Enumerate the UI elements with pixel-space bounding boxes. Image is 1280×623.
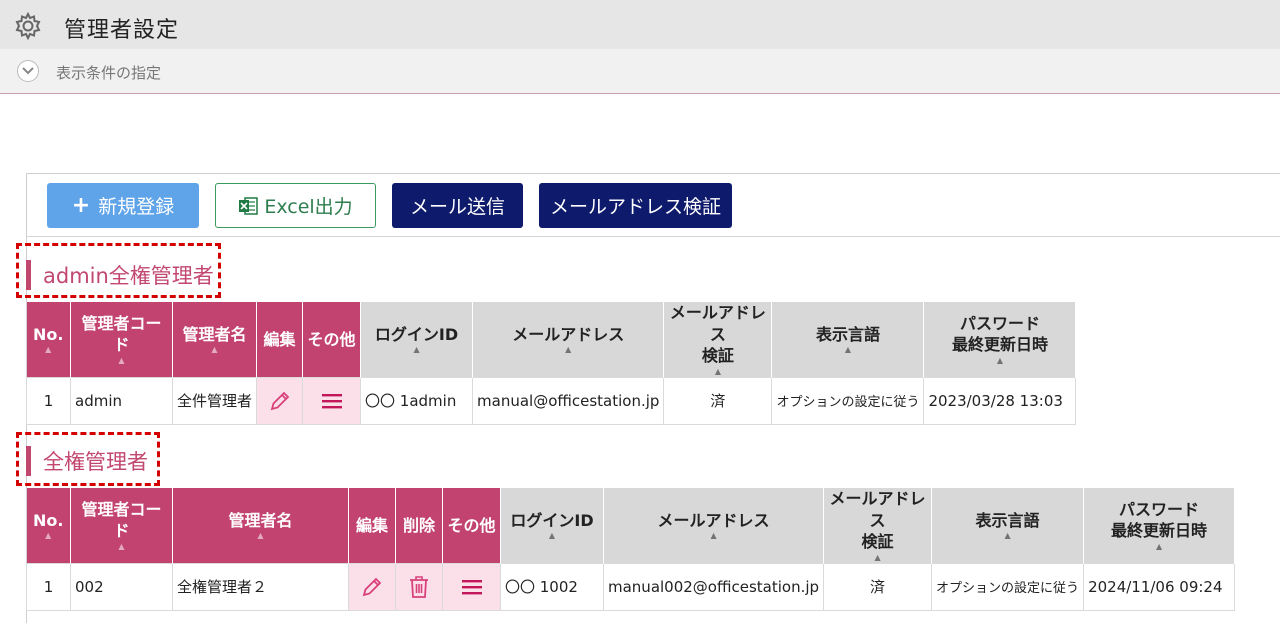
- plus-icon: +: [71, 193, 91, 218]
- col-edit: 編集: [256, 302, 304, 378]
- section-marker: [26, 446, 31, 476]
- edit-cell[interactable]: [256, 376, 304, 425]
- table-row: 1 002 全権管理者２ 〇〇 1002 manual002@officesta…: [26, 562, 1236, 611]
- pencil-icon[interactable]: [360, 575, 384, 599]
- cell-name: 全件管理者: [171, 376, 258, 425]
- col-email[interactable]: メールアドレス ▲: [472, 302, 665, 378]
- new-register-button[interactable]: + 新規登録: [47, 183, 199, 228]
- col-code[interactable]: 管理者コード ▲: [70, 488, 173, 564]
- admin-table-1: No. ▲ 管理者コード ▲ 管理者名 ▲ 編集 その他 ログインID ▲ メールアドレ…: [26, 302, 1077, 425]
- sort-icon: ▲: [45, 345, 52, 355]
- sort-icon: ▲: [548, 531, 556, 541]
- cell-verify: 済: [663, 376, 773, 425]
- cell-verify: 済: [823, 562, 933, 611]
- menu-icon[interactable]: [320, 391, 344, 411]
- col-verify[interactable]: メールアドレス 検証 ▲: [663, 302, 773, 378]
- cell-login: 〇〇 1002: [500, 562, 604, 611]
- cell-login: 〇〇 1admin: [360, 376, 474, 425]
- section2-title: 全権管理者: [26, 446, 148, 476]
- sort-icon: ▲: [714, 366, 722, 376]
- cell-code: admin: [70, 376, 173, 425]
- col-edit: 編集: [348, 488, 396, 564]
- sort-icon: ▲: [996, 355, 1004, 365]
- col-email[interactable]: メールアドレス ▲: [603, 488, 825, 564]
- delete-cell[interactable]: [395, 562, 443, 611]
- col-name[interactable]: 管理者名 ▲: [172, 488, 349, 564]
- cell-lang: オプションの設定に従う: [931, 562, 1085, 611]
- cell-no: 1: [26, 562, 71, 611]
- col-name[interactable]: 管理者名 ▲: [172, 302, 258, 378]
- sort-icon: ▲: [844, 345, 852, 355]
- sort-icon: ▲: [211, 345, 218, 355]
- cell-pw: 2024/11/06 09:24: [1083, 562, 1236, 611]
- gear-icon[interactable]: [14, 12, 42, 40]
- excel-export-button[interactable]: Excel出力: [215, 183, 376, 228]
- display-condition-bar[interactable]: 表示条件の指定: [0, 49, 1280, 94]
- col-login[interactable]: ログインID ▲: [500, 488, 604, 564]
- col-delete: 削除: [395, 488, 443, 564]
- new-register-label: 新規登録: [98, 196, 175, 218]
- cell-code: 002: [70, 562, 173, 611]
- cell-email: manual@officestation.jp: [472, 376, 665, 425]
- cell-name: 全権管理者２: [172, 562, 349, 611]
- col-code[interactable]: 管理者コード ▲: [70, 302, 173, 378]
- col-lang[interactable]: 表示言語 ▲: [931, 488, 1085, 564]
- sort-icon: ▲: [257, 531, 264, 541]
- section1-title: admin全権管理者: [26, 260, 214, 290]
- col-login[interactable]: ログインID ▲: [360, 302, 474, 378]
- page-header: 管理者設定: [0, 0, 1280, 49]
- col-pw[interactable]: パスワード 最終更新日時 ▲: [1083, 488, 1236, 564]
- other-cell[interactable]: [442, 562, 501, 611]
- cell-pw: 2023/03/28 13:03: [923, 376, 1077, 425]
- section2-title-text: 全権管理者: [43, 450, 148, 474]
- verify-email-button[interactable]: メールアドレス検証: [539, 183, 732, 228]
- col-verify[interactable]: メールアドレス 検証 ▲: [823, 488, 933, 564]
- section1-title-text: admin全権管理者: [43, 264, 214, 288]
- admin-table-2: No. ▲ 管理者コード ▲ 管理者名 ▲ 編集 削除 その他 ログインID ▲ メール…: [26, 488, 1236, 611]
- sort-icon: ▲: [118, 355, 125, 365]
- page-title: 管理者設定: [64, 18, 180, 43]
- excel-icon: [239, 196, 259, 215]
- sort-icon: ▲: [874, 552, 881, 562]
- other-cell[interactable]: [302, 376, 362, 425]
- col-other: その他: [302, 302, 362, 378]
- cell-lang: オプションの設定に従う: [771, 376, 925, 425]
- trash-icon[interactable]: [407, 574, 431, 600]
- pencil-icon[interactable]: [268, 389, 292, 413]
- sort-icon: ▲: [1004, 531, 1011, 541]
- send-mail-button[interactable]: メール送信: [392, 183, 523, 228]
- cell-email: manual002@officestation.jp: [602, 562, 825, 611]
- sort-icon: ▲: [413, 345, 420, 355]
- col-no[interactable]: No. ▲: [26, 488, 71, 564]
- menu-icon[interactable]: [460, 577, 484, 597]
- sort-icon: ▲: [1155, 541, 1163, 551]
- excel-export-label: Excel出力: [264, 196, 353, 218]
- col-other: その他: [442, 488, 501, 564]
- chevron-down-icon[interactable]: [17, 60, 39, 82]
- sort-icon: ▲: [710, 531, 717, 541]
- col-pw[interactable]: パスワード 最終更新日時 ▲: [923, 302, 1077, 378]
- display-condition-label[interactable]: 表示条件の指定: [56, 62, 161, 83]
- sort-icon: ▲: [118, 541, 125, 551]
- cell-no: 1: [26, 376, 71, 425]
- sort-icon: ▲: [45, 531, 52, 541]
- col-lang[interactable]: 表示言語 ▲: [771, 302, 925, 378]
- edit-cell[interactable]: [348, 562, 396, 611]
- table-row: 1 admin 全件管理者 〇〇 1admin manual@officesta…: [26, 376, 1077, 425]
- toolbar-divider: [26, 236, 1280, 237]
- section-marker: [26, 260, 31, 290]
- sort-icon: ▲: [565, 345, 572, 355]
- col-no[interactable]: No. ▲: [26, 302, 71, 378]
